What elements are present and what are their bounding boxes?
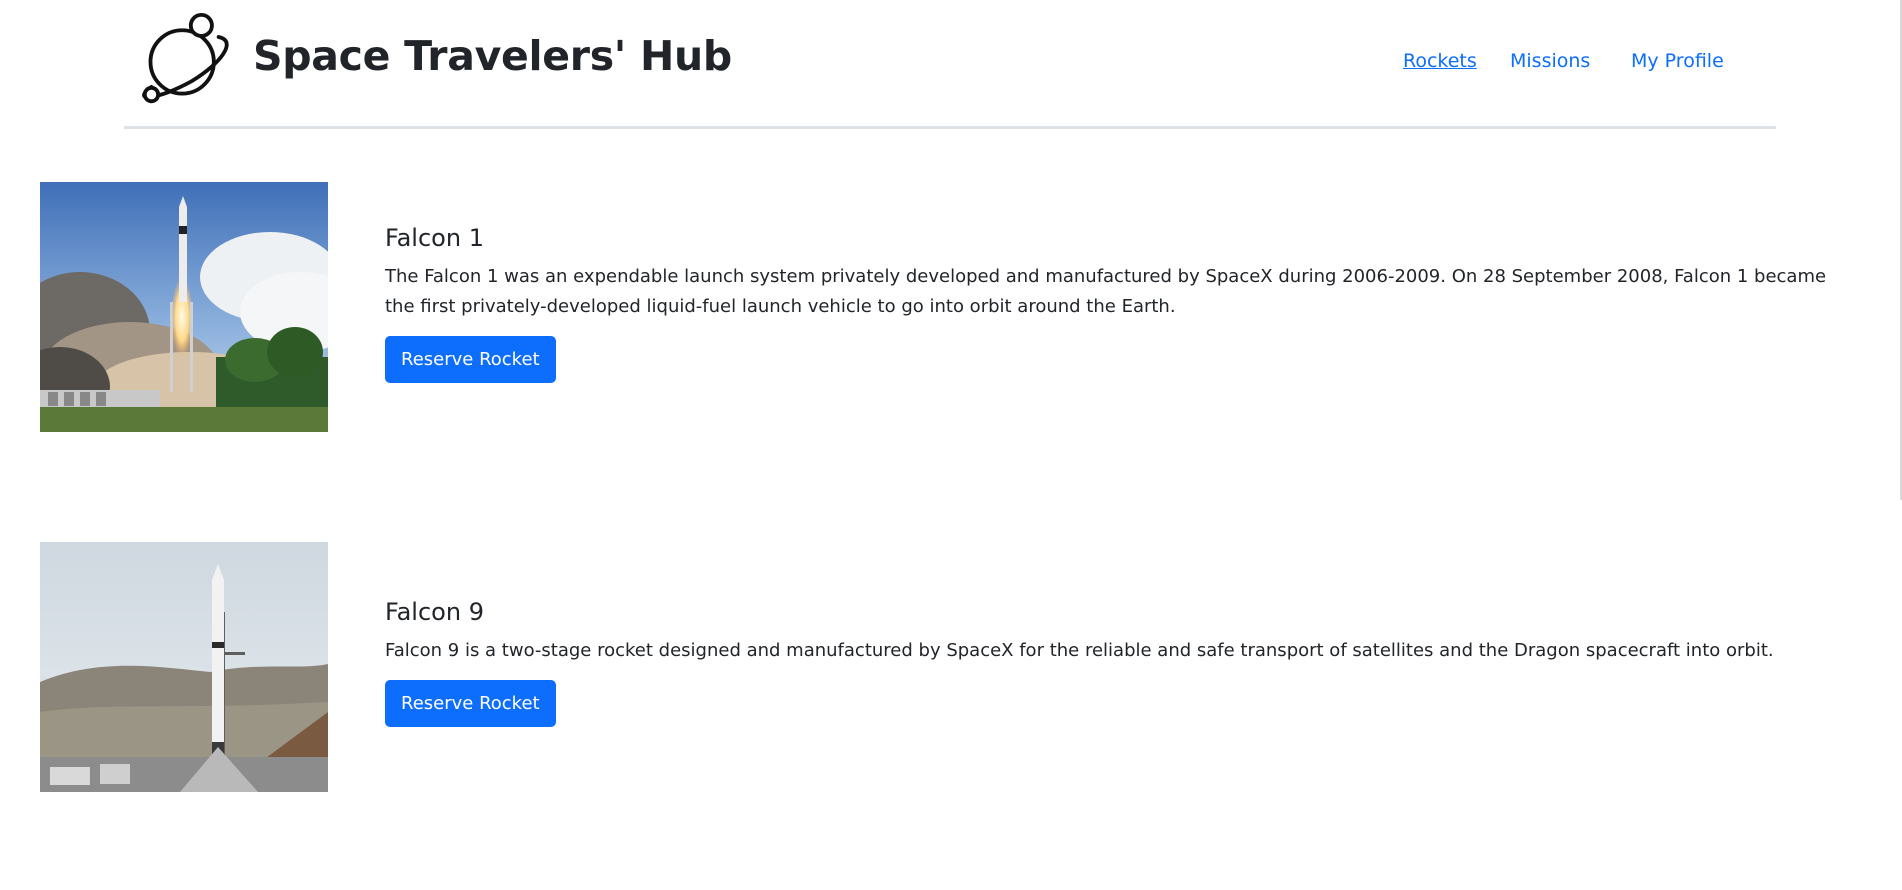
rocket-card: Falcon 1 The Falcon 1 was an expendable …	[40, 182, 1840, 432]
rocket-card: Falcon 9 Falcon 9 is a two-stage rocket …	[40, 542, 1840, 792]
nav-link-missions[interactable]: Missions	[1510, 50, 1590, 72]
rocket-info: Falcon 9 Falcon 9 is a two-stage rocket …	[385, 598, 1835, 727]
falcon-9-pad-photo	[40, 542, 328, 792]
page: Space Travelers' Hub Rockets Missions My…	[0, 0, 1902, 890]
falcon-1-launch-photo	[40, 182, 328, 432]
nav-link-my-profile[interactable]: My Profile	[1631, 50, 1724, 72]
rocket-name: Falcon 9	[385, 598, 484, 626]
rocket-description: Falcon 9 is a two-stage rocket designed …	[385, 640, 1774, 661]
site-header: Space Travelers' Hub Rockets Missions My…	[124, 0, 1776, 129]
rocket-name: Falcon 1	[385, 224, 484, 252]
nav-link-rockets[interactable]: Rockets	[1403, 50, 1477, 72]
rocket-info: Falcon 1 The Falcon 1 was an expendable …	[385, 224, 1835, 383]
main-nav: Rockets Missions My Profile	[1376, 50, 1776, 80]
reserve-rocket-button[interactable]: Reserve Rocket	[385, 336, 556, 383]
rocket-description: The Falcon 1 was an expendable launch sy…	[385, 266, 1827, 317]
site-title: Space Travelers' Hub	[253, 32, 732, 80]
planet-logo-icon	[142, 12, 229, 104]
reserve-rocket-button[interactable]: Reserve Rocket	[385, 680, 556, 727]
